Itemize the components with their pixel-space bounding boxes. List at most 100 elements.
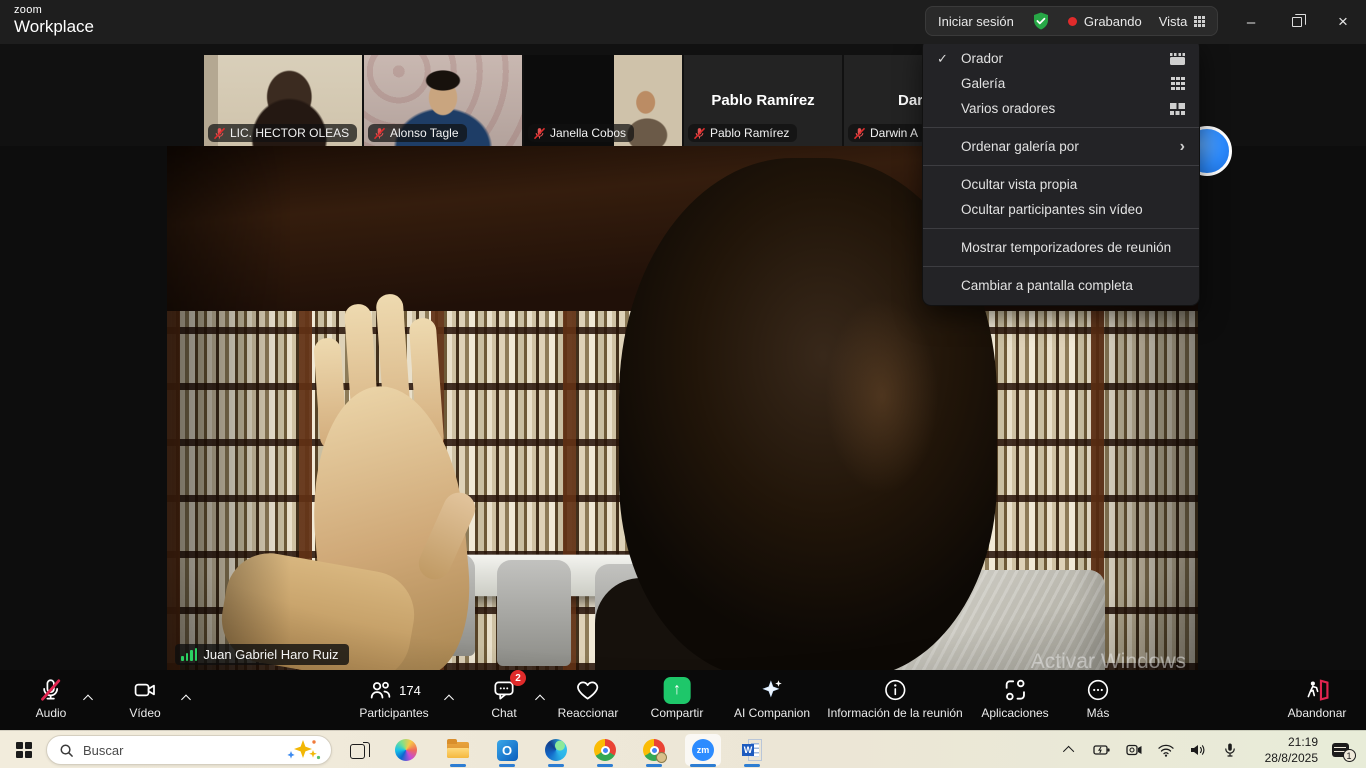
tray-overflow-chevron[interactable]: [1056, 731, 1084, 768]
camera-in-use-indicator[interactable]: [1120, 731, 1148, 768]
menu-item-ordenar-galeria[interactable]: Ordenar galería por ›: [923, 134, 1199, 159]
participants-count: 174: [399, 683, 421, 698]
notification-center-button[interactable]: 1: [1322, 731, 1358, 768]
chrome-profile-button[interactable]: [632, 731, 676, 768]
close-button[interactable]: ×: [1328, 8, 1358, 36]
checkmark-icon: ✓: [937, 51, 948, 67]
leave-door-icon: [1303, 675, 1331, 705]
minimize-button[interactable]: –: [1236, 8, 1266, 36]
sign-in-button[interactable]: Iniciar sesión: [938, 14, 1014, 29]
participant-nametag: Pablo Ramírez: [688, 124, 797, 142]
leave-button[interactable]: Abandonar: [1288, 670, 1347, 730]
video-options-chevron[interactable]: [183, 696, 190, 703]
clock-date: 28/8/2025: [1265, 750, 1318, 766]
taskbar-search[interactable]: Buscar: [46, 735, 332, 765]
submenu-arrow-icon: ›: [1180, 138, 1185, 156]
apps-icon: [1002, 675, 1028, 705]
menu-item-label: Cambiar a pantalla completa: [961, 278, 1133, 293]
audio-options-chevron[interactable]: [85, 696, 92, 703]
battery-indicator[interactable]: [1088, 731, 1116, 768]
outlook-button[interactable]: O: [485, 731, 529, 768]
muted-mic-icon: [693, 127, 706, 140]
meeting-info-button[interactable]: Información de la reunión: [827, 670, 962, 730]
mic-in-use-indicator[interactable]: [1216, 731, 1244, 768]
chat-label: Chat: [491, 706, 516, 720]
menu-item-orador[interactable]: ✓ Orador: [923, 46, 1199, 71]
menu-item-ocultar-participantes[interactable]: Ocultar participantes sin vídeo: [923, 197, 1199, 222]
wifi-indicator[interactable]: [1152, 731, 1180, 768]
menu-item-pantalla-completa[interactable]: Cambiar a pantalla completa: [923, 273, 1199, 298]
clock-time: 21:19: [1265, 734, 1318, 750]
running-indicator: [690, 764, 716, 767]
speaker-icon: [1189, 742, 1207, 758]
participant-nametag: Alonso Tagle: [368, 124, 467, 142]
notification-icon: 1: [1332, 743, 1349, 757]
brand-zoom: zoom: [14, 5, 94, 16]
start-button[interactable]: [8, 731, 40, 768]
menu-item-ocultar-vista-propia[interactable]: Ocultar vista propia: [923, 172, 1199, 197]
wifi-icon: [1157, 742, 1175, 758]
view-menu-button[interactable]: Vista: [1159, 14, 1206, 29]
apps-label: Aplicaciones: [981, 706, 1048, 720]
share-label: Compartir: [651, 706, 704, 720]
recording-indicator[interactable]: Grabando: [1068, 14, 1142, 29]
volume-indicator[interactable]: [1184, 731, 1212, 768]
multi-speaker-view-icon: [1170, 103, 1185, 115]
chrome-button[interactable]: [583, 731, 627, 768]
word-button[interactable]: W: [730, 731, 774, 768]
restore-button[interactable]: [1282, 8, 1312, 36]
leave-label: Abandonar: [1288, 706, 1347, 720]
menu-item-label: Orador: [961, 51, 1003, 66]
menu-item-mostrar-temporizadores[interactable]: Mostrar temporizadores de reunión: [923, 235, 1199, 260]
menu-item-galeria[interactable]: Galería: [923, 71, 1199, 96]
titlebar: zoom Workplace Iniciar sesión Grabando V…: [0, 0, 1366, 44]
zoom-app-button[interactable]: zm: [681, 731, 725, 768]
meeting-info-label: Información de la reunión: [827, 706, 962, 720]
zoom-app-icon: zm: [692, 739, 714, 761]
edge-button[interactable]: [534, 731, 578, 768]
share-screen-icon: ↑: [664, 677, 691, 704]
participant-tile-hector[interactable]: LIC. HECTOR OLEAS: [204, 55, 362, 146]
running-indicator: [597, 764, 613, 767]
edge-icon: [545, 739, 567, 761]
ai-companion-label: AI Companion: [734, 706, 810, 720]
meeting-toolbar: Audio Vídeo 174 Participantes 2 Chat: [0, 670, 1366, 730]
zoom-workplace-logo: zoom Workplace: [14, 5, 94, 35]
active-speaker-nametag: Juan Gabriel Haro Ruiz: [175, 644, 349, 665]
heart-icon: [575, 675, 601, 705]
more-button[interactable]: Más: [1085, 670, 1111, 730]
copilot-button[interactable]: [386, 731, 426, 768]
taskbar-clock[interactable]: 21:19 28/8/2025: [1265, 734, 1318, 766]
file-explorer-button[interactable]: [436, 731, 480, 768]
copilot-icon: [395, 739, 417, 761]
muted-mic-icon: [853, 127, 866, 140]
audio-button[interactable]: Audio: [36, 670, 67, 730]
audio-label: Audio: [36, 706, 67, 720]
security-shield-icon[interactable]: [1031, 11, 1051, 31]
participant-name: Alonso Tagle: [390, 126, 459, 140]
view-grid-icon: [1194, 16, 1205, 27]
participant-nametag: Janella Cobos: [528, 124, 634, 142]
video-button[interactable]: Vídeo: [129, 670, 160, 730]
participants-options-chevron[interactable]: [446, 696, 453, 703]
participants-button[interactable]: 174 Participantes: [359, 670, 428, 730]
more-label: Más: [1087, 706, 1110, 720]
react-button[interactable]: Reaccionar: [558, 670, 619, 730]
participant-tile-alonso[interactable]: Alonso Tagle: [364, 55, 522, 146]
participant-tile-janella[interactable]: Janella Cobos: [524, 55, 682, 146]
chat-unread-badge: 2: [510, 670, 526, 686]
chat-button[interactable]: 2 Chat: [491, 670, 517, 730]
participant-name: LIC. HECTOR OLEAS: [230, 126, 349, 140]
apps-button[interactable]: Aplicaciones: [981, 670, 1048, 730]
muted-mic-icon: [533, 127, 546, 140]
menu-item-varios-oradores[interactable]: Varios oradores: [923, 96, 1199, 121]
share-button[interactable]: ↑ Compartir: [651, 670, 704, 730]
chrome-profile-icon: [643, 739, 665, 761]
ai-companion-button[interactable]: AI Companion: [734, 670, 810, 730]
task-view-button[interactable]: [340, 731, 380, 768]
chat-options-chevron[interactable]: [537, 696, 544, 703]
participant-tile-pablo[interactable]: Pablo Ramírez Pablo Ramírez: [684, 55, 842, 146]
file-explorer-icon: [447, 742, 469, 758]
running-indicator: [744, 764, 760, 767]
mic-tray-icon: [1222, 742, 1238, 758]
